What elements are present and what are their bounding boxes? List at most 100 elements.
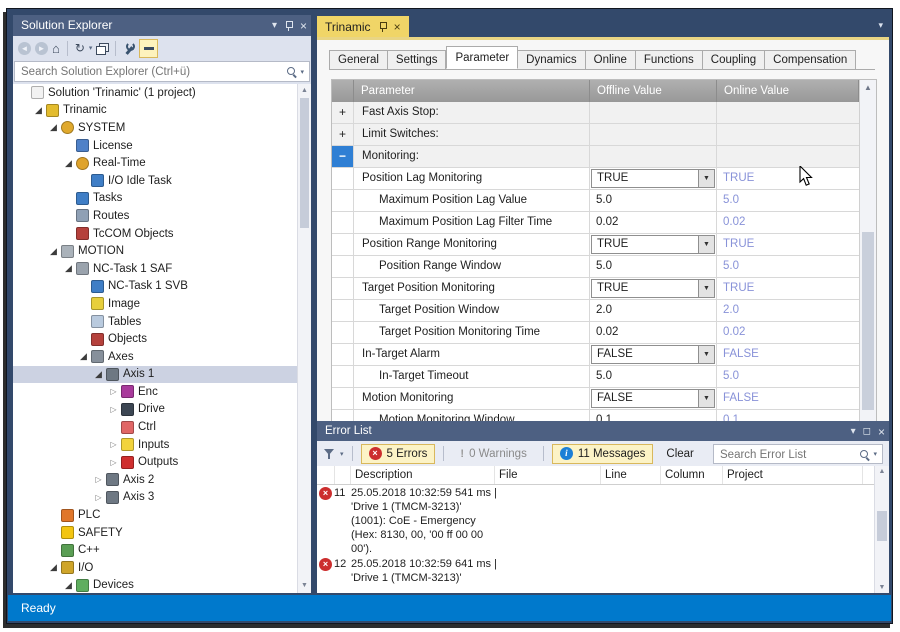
column-header-project[interactable]: Project	[723, 466, 863, 484]
offline-value-cell[interactable]	[590, 102, 717, 123]
search-icon[interactable]	[859, 449, 870, 460]
tree-item[interactable]: Tasks	[13, 190, 311, 208]
scroll-down-icon[interactable]: ▼	[298, 580, 311, 592]
error-list-scrollbar[interactable]: ▲ ▼	[874, 466, 889, 593]
collapse-arrow-icon[interactable]: ◢	[77, 351, 90, 362]
warnings-filter-button[interactable]: ! 0 Warnings	[452, 444, 534, 464]
tab-online[interactable]: Online	[586, 50, 636, 70]
collapse-arrow-icon[interactable]: ◢	[47, 122, 60, 133]
tree-item[interactable]: PLC	[13, 506, 311, 524]
tree-item[interactable]: SAFETY	[13, 524, 311, 542]
offline-value-cell[interactable]: 0.02	[590, 212, 717, 233]
tree-scrollbar[interactable]: ▲ ▼	[297, 84, 311, 593]
collapse-arrow-icon[interactable]: ◢	[62, 580, 75, 591]
tree-item[interactable]: ◢I/O	[13, 559, 311, 577]
window-position-chevron-icon[interactable]: ▾	[272, 21, 277, 31]
scrollbar-thumb[interactable]	[877, 511, 887, 541]
forward-icon[interactable]: ►	[35, 42, 48, 55]
expand-group-button[interactable]: +	[332, 102, 354, 123]
combobox-dropdown-icon[interactable]: ▼	[698, 170, 714, 187]
scroll-down-icon[interactable]: ▼	[875, 584, 889, 591]
tree-item[interactable]: ▷Axis 3	[13, 489, 311, 507]
pending-changes-filter-icon[interactable]: ↻	[75, 42, 85, 54]
tree-item[interactable]: ▷Enc	[13, 383, 311, 401]
errors-filter-button[interactable]: × 5 Errors	[361, 444, 436, 464]
tree-item[interactable]: ◢Devices	[13, 577, 311, 593]
tab-dynamics[interactable]: Dynamics	[518, 50, 585, 70]
offline-value-cell[interactable]: 5.0	[590, 256, 717, 277]
tree-item[interactable]: ▷Drive	[13, 401, 311, 419]
offline-value-cell[interactable]: 5.0	[590, 366, 717, 387]
tree-item[interactable]: Solution 'Trinamic' (1 project)	[13, 84, 311, 102]
tree-item[interactable]: ◢Trinamic	[13, 102, 311, 120]
combobox-dropdown-icon[interactable]: ▼	[698, 280, 714, 297]
value-combobox[interactable]: FALSE▼	[591, 345, 715, 364]
offline-value-cell[interactable]	[590, 124, 717, 145]
collapse-arrow-icon[interactable]: ◢	[62, 158, 75, 169]
error-list-titlebar[interactable]: Error List ▾ ◻ ×	[317, 421, 889, 441]
document-list-chevron-icon[interactable]: ▾	[878, 20, 883, 31]
offline-value-cell[interactable]: TRUE▼	[590, 278, 717, 299]
filter-funnel-icon[interactable]	[323, 448, 335, 460]
value-combobox[interactable]: FALSE▼	[591, 389, 715, 408]
pin-icon[interactable]	[378, 22, 387, 32]
expand-arrow-icon[interactable]: ▷	[107, 458, 120, 467]
search-options-chevron-icon[interactable]: ▾	[300, 68, 304, 76]
properties-wrench-icon[interactable]	[123, 42, 135, 55]
tab-settings[interactable]: Settings	[388, 50, 447, 70]
offline-value-cell[interactable]: 5.0	[590, 190, 717, 211]
expand-arrow-icon[interactable]: ▷	[92, 493, 105, 502]
expand-arrow-icon[interactable]: ▷	[107, 440, 120, 449]
tree-item[interactable]: I/O Idle Task	[13, 172, 311, 190]
tree-item[interactable]: ◢SYSTEM	[13, 119, 311, 137]
tree-item[interactable]: ◢Axis 1	[13, 366, 311, 384]
expand-arrow-icon[interactable]: ▷	[107, 387, 120, 396]
scroll-up-icon[interactable]: ▲	[860, 83, 876, 92]
combobox-dropdown-icon[interactable]: ▼	[698, 346, 714, 363]
column-header-online-value[interactable]: Online Value	[717, 80, 859, 102]
error-entry[interactable]: ×1225.05.2018 10:32:59 641 ms |'Drive 1 …	[317, 556, 874, 585]
column-header-line[interactable]: Line	[601, 466, 661, 484]
back-icon[interactable]: ◄	[18, 42, 31, 55]
tab-general[interactable]: General	[329, 50, 388, 70]
filter-dropdown-icon[interactable]: ▾	[89, 44, 93, 52]
collapse-arrow-icon[interactable]: ◢	[47, 562, 60, 573]
scrollbar-thumb[interactable]	[300, 98, 309, 228]
tab-compensation[interactable]: Compensation	[765, 50, 856, 70]
offline-value-cell[interactable]: FALSE▼	[590, 388, 717, 409]
clear-button[interactable]: Clear	[658, 444, 701, 464]
value-combobox[interactable]: TRUE▼	[591, 169, 715, 188]
filter-dropdown-icon[interactable]: ▾	[340, 450, 344, 458]
tab-functions[interactable]: Functions	[636, 50, 703, 70]
switch-views-icon[interactable]	[96, 43, 108, 54]
home-icon[interactable]: ⌂	[52, 42, 60, 55]
pin-icon[interactable]	[284, 21, 293, 31]
tree-item[interactable]: C++	[13, 541, 311, 559]
messages-filter-button[interactable]: i 11 Messages	[552, 444, 654, 464]
search-input[interactable]	[14, 61, 310, 82]
window-position-chevron-icon[interactable]: ▾	[851, 427, 856, 437]
column-header-column[interactable]: Column	[661, 466, 723, 484]
tree-item[interactable]: ◢Real-Time	[13, 154, 311, 172]
tree-item[interactable]: Image	[13, 295, 311, 313]
offline-value-cell[interactable]: 0.02	[590, 322, 717, 343]
column-header-file[interactable]: File	[495, 466, 601, 484]
tree-item[interactable]: TcCOM Objects	[13, 225, 311, 243]
close-icon[interactable]: ×	[878, 427, 885, 437]
offline-value-cell[interactable]: TRUE▼	[590, 234, 717, 255]
offline-value-cell[interactable]	[590, 146, 717, 167]
collapse-group-button[interactable]: −	[332, 146, 354, 167]
scrollbar-thumb[interactable]	[862, 232, 874, 410]
document-tab-trinamic[interactable]: Trinamic ×	[317, 16, 409, 37]
grid-scrollbar[interactable]: ▲	[859, 80, 876, 421]
tree-item[interactable]: NC-Task 1 SVB	[13, 278, 311, 296]
tab-coupling[interactable]: Coupling	[703, 50, 765, 70]
preview-selected-icon[interactable]	[139, 39, 158, 58]
expand-arrow-icon[interactable]: ▷	[92, 475, 105, 484]
solution-explorer-titlebar[interactable]: Solution Explorer ▾ ×	[13, 15, 311, 36]
tree-item[interactable]: Routes	[13, 207, 311, 225]
tree-item[interactable]: Ctrl	[13, 418, 311, 436]
error-entry[interactable]: ×1125.05.2018 10:32:59 541 ms |'Drive 1 …	[317, 485, 874, 556]
column-header-description[interactable]: Description	[351, 466, 495, 484]
tree-item[interactable]: Tables	[13, 313, 311, 331]
